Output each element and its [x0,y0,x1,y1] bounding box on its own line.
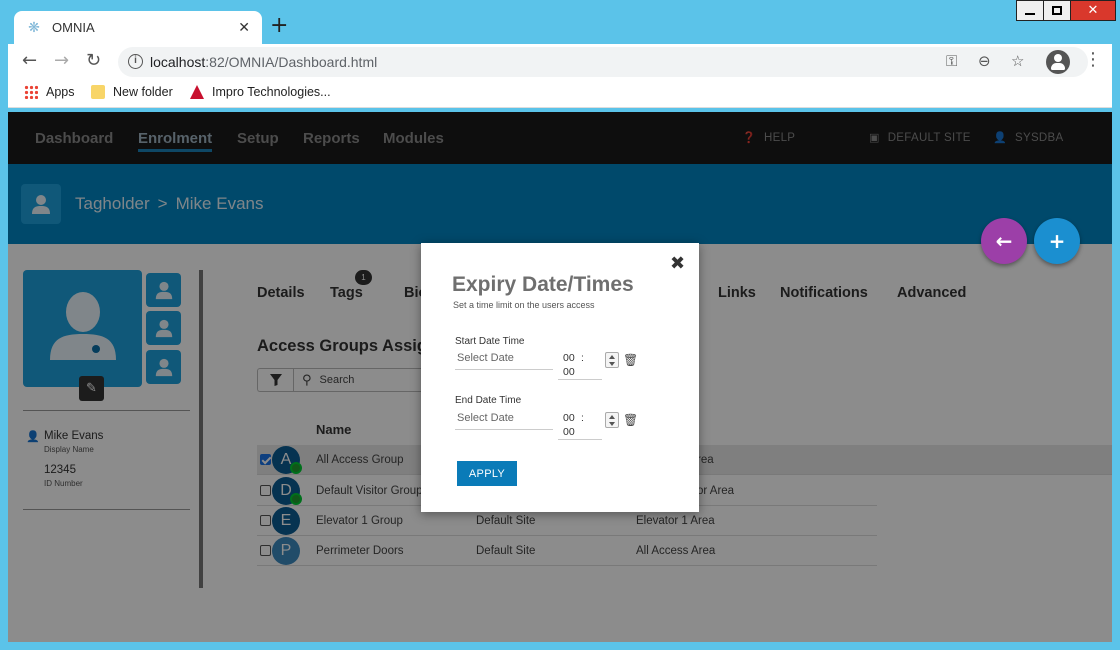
bookmark-apps[interactable]: Apps [24,85,75,99]
window-controls: ✕ [1016,0,1116,21]
back-button[interactable]: ← [981,218,1027,264]
key-icon[interactable]: ⚿ [946,52,957,70]
modal-subtitle: Set a time limit on the users access [453,300,595,310]
end-time-input[interactable]: 00 : 00 [558,412,602,440]
url-text: localhost:82/OMNIA/Dashboard.html [150,54,378,70]
folder-icon [91,85,105,99]
end-minute: 00 [563,426,575,438]
bookmarks-bar: Apps New folder Impro Technologies... [8,80,1112,108]
start-date-input[interactable]: Select Date [455,352,553,370]
forward-arrow-icon[interactable]: → [54,50,69,71]
expiry-modal: ✖ Expiry Date/Times Set a time limit on … [421,243,699,512]
close-icon[interactable]: ✖ [670,253,685,274]
address-bar[interactable]: i localhost:82/OMNIA/Dashboard.html ⚿ ⊖ … [118,47,1088,77]
apply-button[interactable]: APPLY [457,461,517,486]
tab-title: OMNIA [52,20,95,35]
close-window-button[interactable]: ✕ [1070,0,1116,21]
close-tab-icon[interactable]: ✕ [238,20,250,36]
site-info-icon[interactable]: i [128,54,143,69]
start-hour: 00 [563,352,575,364]
new-tab-icon[interactable]: + [270,13,288,38]
end-date-label: End Date Time [455,395,522,406]
start-minute: 00 [563,366,575,378]
impro-logo-icon [190,85,204,99]
apps-grid-icon [24,85,38,99]
add-button[interactable]: + [1034,218,1080,264]
bookmark-new-folder[interactable]: New folder [91,85,173,99]
omnia-app: Dashboard Enrolment Setup Reports Module… [8,112,1112,642]
browser-toolbar: ← → ↻ i localhost:82/OMNIA/Dashboard.htm… [8,44,1112,80]
end-time-spinner[interactable] [605,412,619,428]
maximize-button[interactable] [1043,0,1071,21]
bookmark-impro[interactable]: Impro Technologies... [190,85,331,99]
reload-icon[interactable]: ↻ [86,50,101,71]
end-date-input[interactable]: Select Date [455,412,553,430]
zoom-icon[interactable]: ⊖ [978,52,991,70]
browser-tab[interactable]: ❋ OMNIA ✕ [14,11,262,44]
clear-end-trash-icon[interactable]: 🗑 [623,413,638,427]
minimize-button[interactable] [1016,0,1044,21]
menu-kebab-icon[interactable]: ⋮ [1084,49,1102,70]
start-time-spinner[interactable] [605,352,619,368]
profile-avatar-icon[interactable] [1046,50,1070,74]
start-time-input[interactable]: 00 : 00 [558,352,602,380]
omnia-favicon-icon: ❋ [28,19,40,36]
start-date-label: Start Date Time [455,336,525,347]
modal-title: Expiry Date/Times [452,273,634,296]
end-hour: 00 [563,412,575,424]
back-arrow-icon[interactable]: ← [22,50,37,71]
clear-start-trash-icon[interactable]: 🗑 [623,353,638,367]
tab-strip: ❋ OMNIA ✕ + [8,8,1112,44]
star-icon[interactable]: ☆ [1011,52,1024,70]
